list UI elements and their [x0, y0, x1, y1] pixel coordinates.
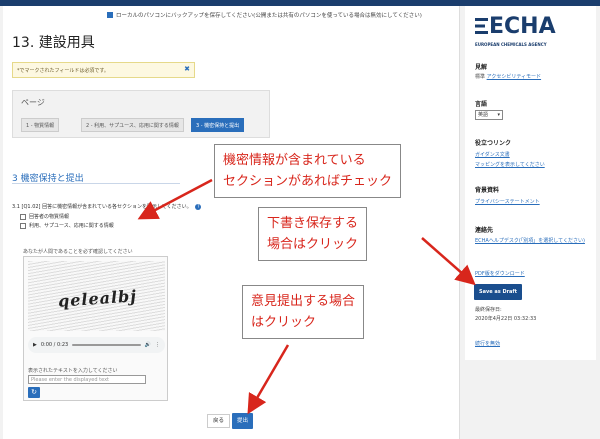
arrow-to-options: [137, 178, 213, 220]
annotation-line: セクションがあればチェック: [223, 174, 393, 189]
annotation-line: 意見提出する場合: [251, 294, 356, 309]
annotation-submit: 意見提出する場合 はクリック: [242, 285, 365, 339]
annotation-line: はクリック: [251, 315, 317, 330]
annotation-line: 機密情報が含まれている: [223, 153, 366, 168]
annotation-confidential: 機密情報が含まれている セクションがあればチェック: [214, 144, 402, 198]
arrow-to-submit: [247, 344, 290, 415]
annotation-line: 場合はクリック: [267, 237, 359, 252]
annotation-draft: 下書き保存する 場合はクリック: [258, 207, 368, 261]
arrow-to-draft: [421, 237, 476, 286]
annotation-line: 下書き保存する: [267, 216, 359, 231]
